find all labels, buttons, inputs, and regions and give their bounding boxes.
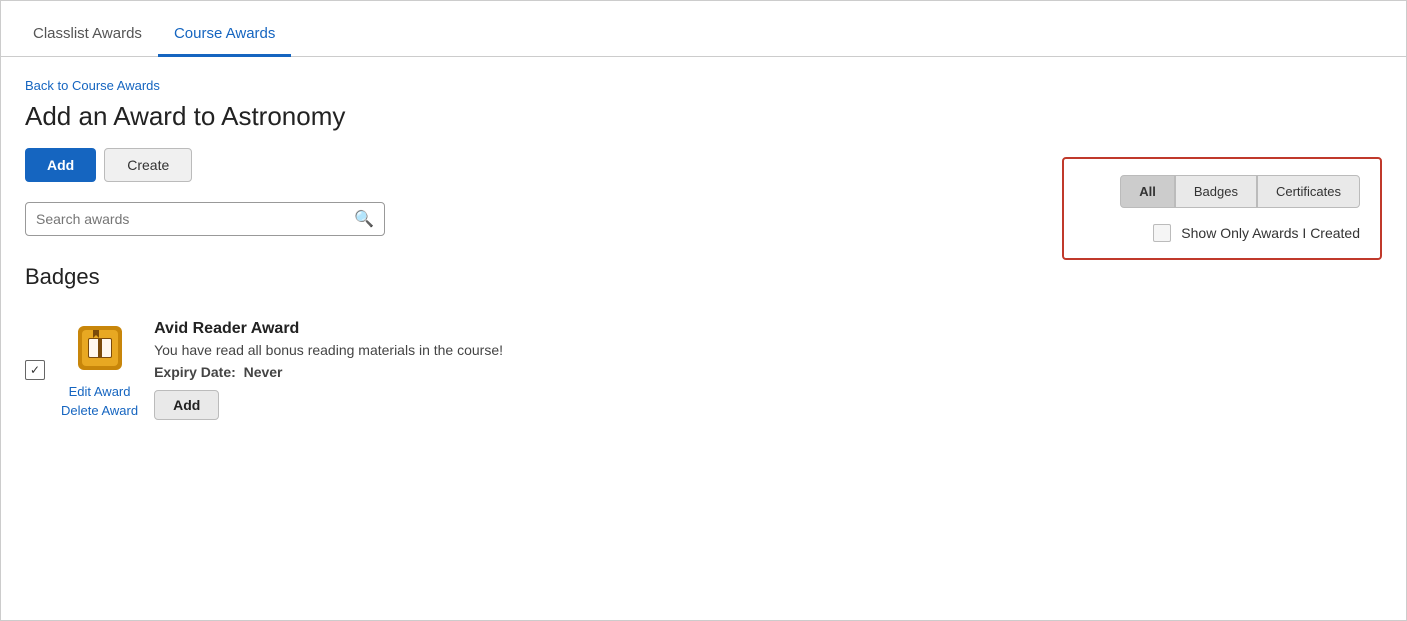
main-content: Back to Course Awards Add an Award to As… [1,57,1406,450]
award-badge-col: Edit Award Delete Award [61,320,138,418]
filter-btn-all[interactable]: All [1120,175,1175,208]
tab-course-awards[interactable]: Course Awards [158,13,291,57]
award-item: ✓ Edit Award Delete Award [25,310,1382,430]
filter-checkbox-row: Show Only Awards I Created [1084,224,1360,242]
delete-award-link[interactable]: Delete Award [61,403,138,418]
expiry-label: Expiry Date: [154,364,236,380]
award-select-checkbox[interactable]: ✓ [25,360,45,380]
filter-type-buttons: All Badges Certificates [1084,175,1360,208]
show-only-mine-label: Show Only Awards I Created [1181,225,1360,241]
filter-panel: All Badges Certificates Show Only Awards… [1062,157,1382,260]
create-button[interactable]: Create [104,148,192,182]
search-input[interactable] [36,211,354,227]
badge-icon [70,320,130,380]
award-expiry: Expiry Date: Never [154,364,1382,380]
edit-award-link[interactable]: Edit Award [69,384,131,399]
back-link[interactable]: Back to Course Awards [25,78,160,93]
add-button[interactable]: Add [25,148,96,182]
page-wrapper: Classlist Awards Course Awards Back to C… [0,0,1407,621]
search-icon: 🔍 [354,209,374,229]
award-name: Avid Reader Award [154,320,1382,338]
filter-btn-badges[interactable]: Badges [1175,175,1257,208]
badges-section-title: Badges [25,264,1382,290]
tab-bar: Classlist Awards Course Awards [1,1,1406,57]
filter-btn-certificates[interactable]: Certificates [1257,175,1360,208]
search-container: 🔍 [25,202,385,236]
tab-classlist-awards[interactable]: Classlist Awards [17,13,158,57]
award-description: You have read all bonus reading material… [154,342,1382,358]
expiry-value: Never [244,364,283,380]
page-title: Add an Award to Astronomy [25,101,1382,132]
show-only-mine-checkbox[interactable] [1153,224,1171,242]
award-add-button[interactable]: Add [154,390,219,420]
checkmark-icon: ✓ [30,363,40,377]
award-info: Avid Reader Award You have read all bonu… [154,320,1382,420]
